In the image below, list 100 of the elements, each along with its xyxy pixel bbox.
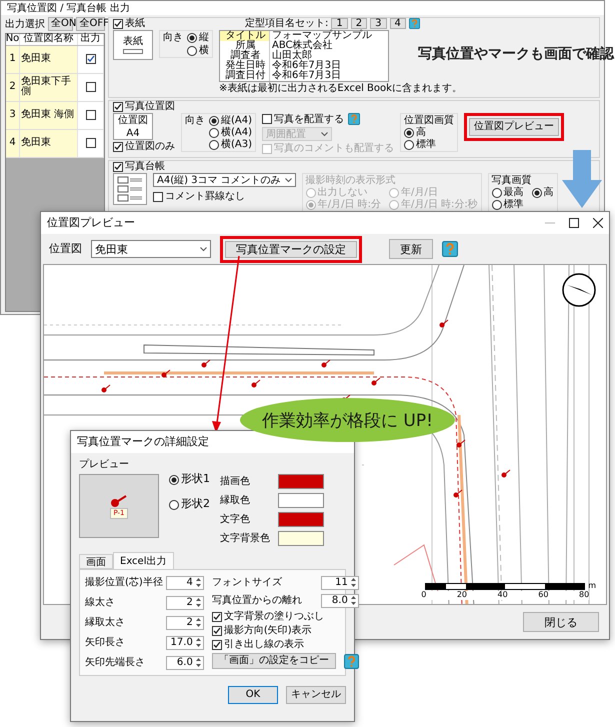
layout-select[interactable]: A4(縦) 3コマ コメントのみ	[153, 173, 296, 187]
map-label: 位置図	[49, 242, 82, 256]
radio-label: 最高	[504, 187, 524, 198]
mark-settings-button[interactable]: 写真位置マークの設定	[225, 240, 357, 258]
radio-label: 高	[416, 127, 426, 138]
radio-label: 標準	[504, 199, 524, 210]
radio-label: 高	[544, 187, 554, 198]
radio-label: 縦	[199, 32, 209, 43]
table-cell: 免田東 海側	[20, 102, 78, 128]
color-label: 縁取色	[220, 495, 251, 506]
checkbox-label: コメント罫線なし	[165, 191, 245, 202]
table-cell: 4	[6, 130, 20, 156]
tab[interactable]: Excel出力	[113, 552, 174, 569]
dialog-button[interactable]: OK	[228, 686, 278, 704]
field-label: 写真位置からの離れ	[212, 595, 302, 606]
window-title: 写真位置図 / 写真台帳 出力	[7, 2, 130, 14]
scale-label: 20	[456, 591, 468, 600]
group-label: 写真画質	[492, 175, 532, 186]
window-title: 写真位置マークの詳細設定	[77, 436, 209, 448]
close-button[interactable]: 閉じる	[523, 612, 599, 632]
checkbox-label: 引き出し線の表示	[224, 639, 304, 650]
checkbox-label: 撮影方向(矢印)表示	[224, 625, 312, 636]
cover-note: ※表紙は最初に出力されるExcel Bookに含まれます。	[219, 83, 462, 94]
table-cell: フォーマップサンプル	[270, 31, 388, 41]
number-field[interactable]: 2	[166, 596, 204, 610]
checkbox-label: 位置図のみ	[125, 141, 175, 152]
table-cell: 3	[6, 102, 20, 128]
table-cell: タイトル	[220, 31, 270, 41]
table-cell: ABC株式会社	[270, 41, 388, 51]
radio-label: 年/月/日 時:分:秒	[401, 199, 478, 210]
table-cell: 発生日時	[220, 61, 270, 71]
group-label: 撮影時刻の表示形式	[306, 175, 396, 186]
field-label: 矢印先端長さ	[85, 657, 145, 668]
radio-label: 標準	[416, 139, 436, 150]
preset-button[interactable]: 1	[331, 18, 348, 29]
field-label: 撮影位置(芯)半径	[85, 577, 163, 588]
checkbox-label: 写真台帳	[125, 161, 165, 172]
checkbox-label: 写真位置図	[125, 101, 175, 112]
scale-label: 0	[421, 591, 426, 600]
column-header: No	[6, 34, 20, 44]
preview-label: プレビュー	[79, 459, 130, 470]
table-cell: 所属	[220, 41, 270, 51]
radio-label: 横	[199, 45, 209, 56]
field-label: 線太さ	[85, 597, 115, 608]
radio-label: 形状2	[181, 498, 210, 511]
table-cell: 免田東	[20, 130, 78, 156]
table-cell: 1	[6, 46, 20, 72]
preset-button[interactable]: 2	[350, 18, 368, 29]
radio-label: 横(A4)	[221, 127, 252, 138]
table-cell: 令和6年7月3日	[270, 61, 388, 71]
number-field[interactable]: 4	[166, 576, 204, 590]
toggle-all-button[interactable]: 全ON	[48, 17, 74, 31]
number-field[interactable]: 11	[320, 576, 359, 590]
scale-label: 60	[538, 591, 548, 600]
scale-label: 40	[498, 591, 508, 600]
preset-button[interactable]: 4	[390, 18, 406, 29]
table-cell: 調査者	[220, 51, 270, 61]
table-cell: 山田太郎	[270, 51, 388, 61]
field-label: 矢印長さ	[85, 637, 125, 648]
number-field[interactable]: 8.0	[320, 594, 359, 608]
map-select[interactable]: 免田東	[91, 240, 211, 258]
scale-label: 80	[578, 591, 590, 600]
refresh-button[interactable]: 更新	[389, 239, 433, 259]
checkbox-label: 文字背景の塗りつぶし	[224, 611, 324, 622]
window-title: 位置図プレビュー	[47, 216, 135, 230]
table-cell: 2	[6, 74, 20, 100]
table-cell: 免田東	[20, 46, 78, 72]
output-label: 出力選択	[5, 18, 45, 30]
radio-label: 年/月/日 時:分	[318, 199, 382, 210]
radio-label: 横(A3)	[221, 139, 252, 150]
group-label: 位置図画質	[404, 115, 454, 126]
group-label: 向き	[163, 32, 183, 43]
preset-button[interactable]: 3	[370, 18, 386, 29]
thumbnail-label: 表紙	[123, 36, 143, 47]
column-header: 出力	[78, 34, 104, 44]
group-label: 向き	[185, 115, 205, 126]
number-field[interactable]: 2	[166, 616, 204, 630]
thumbnail-label: 位置図	[118, 114, 148, 126]
table-cell: 免田東下手側	[20, 74, 78, 100]
preset-label: 定型項目名セット:	[245, 18, 328, 29]
checkbox-label: 写真のコメントも配置する	[274, 143, 394, 154]
color-label: 文字背景色	[220, 533, 271, 544]
tab[interactable]: 画面	[79, 554, 113, 569]
checkbox-label: 写真を配置する	[274, 114, 344, 124]
radio-label: 出力しない	[318, 187, 368, 198]
dialog-button[interactable]: キャンセル	[286, 686, 346, 704]
copy-settings-button[interactable]: 「画面」の設定をコピー	[212, 653, 336, 669]
callout-text: 写真位置やマークも画面で確認	[418, 46, 614, 63]
scale-unit: m	[588, 582, 596, 591]
color-label: 文字色	[220, 514, 251, 525]
field-label: 縁取太さ	[85, 617, 125, 628]
radio-label: 縦(A4)	[221, 115, 252, 126]
thumbnail-label: A4	[126, 128, 140, 138]
radio-label: 年/月/日	[401, 187, 438, 198]
color-label: 描画色	[220, 476, 251, 487]
number-field[interactable]: 17.0	[166, 636, 204, 650]
number-field[interactable]: 6.0	[166, 656, 204, 670]
checkbox-label: 表紙	[125, 18, 145, 29]
map-preview-button[interactable]: 位置図プレビュー	[469, 118, 560, 136]
radio-label: 形状1	[181, 473, 210, 486]
